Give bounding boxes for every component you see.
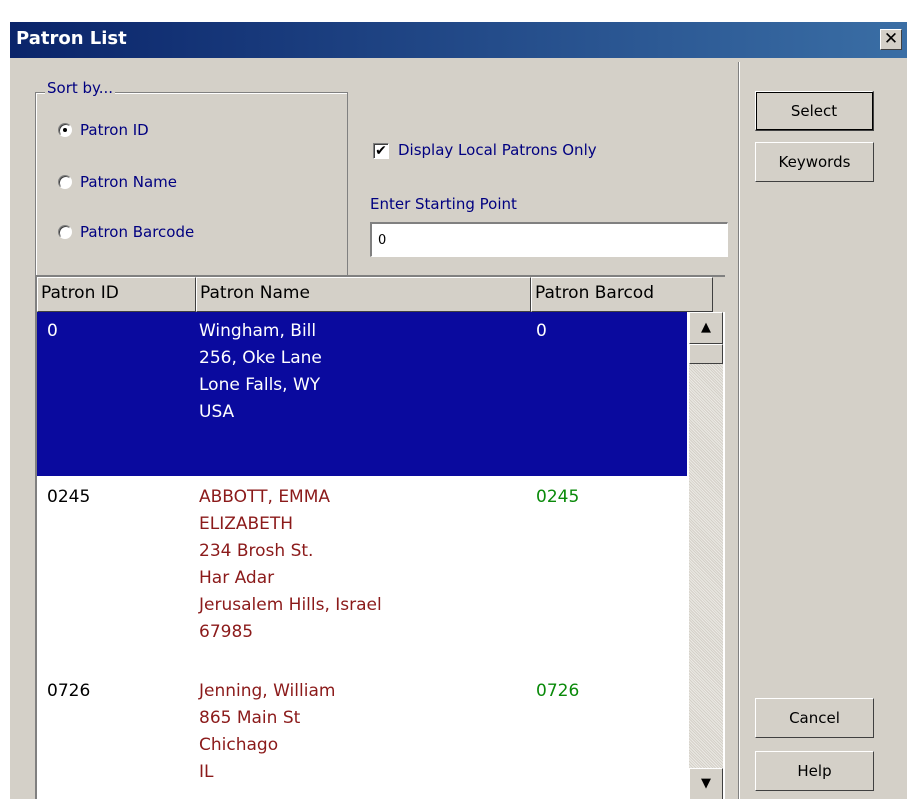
column-header-patron-name[interactable]: Patron Name [196,277,531,312]
cell-patron-name: Jenning, William 865 Main St Chichago IL [199,681,336,782]
patron-list-dialog: Patron List ✕ Sort by... Patron ID Patro… [9,21,907,799]
cell-patron-id: 0245 [47,487,91,507]
column-header-patron-id[interactable]: Patron ID [37,277,196,312]
title-bar: Patron List ✕ [10,22,907,58]
cell-patron-name: Wingham, Bill 256, Oke Lane Lone Falls, … [199,321,322,422]
display-local-checkbox[interactable]: ✔ [373,143,389,159]
radio-patron-id[interactable]: Patron ID [58,121,149,139]
scroll-down-button[interactable]: ▼ [689,768,723,799]
close-icon: ✕ [883,29,899,49]
table-row[interactable]: 0726 Jenning, William 865 Main St Chicha… [37,670,687,799]
cell-patron-name: ABBOTT, EMMA ELIZABETH 234 Brosh St. Har… [199,487,382,642]
table-row[interactable]: 0245 ABBOTT, EMMA ELIZABETH 234 Brosh St… [37,476,687,670]
starting-point-input[interactable] [370,222,728,257]
keywords-button[interactable]: Keywords [755,142,874,182]
cell-patron-id: 0 [47,321,58,341]
table-row[interactable]: 0 Wingham, Bill 256, Oke Lane Lone Falls… [37,312,687,476]
vertical-divider [738,62,740,799]
cell-patron-barcode: 0245 [536,487,580,507]
check-icon: ✔ [375,143,387,159]
radio-icon[interactable] [58,123,72,137]
cell-patron-barcode: 0726 [536,681,580,701]
list-header: Patron ID Patron Name Patron Barcod [37,277,725,312]
cell-patron-id: 0726 [47,681,91,701]
list-rows: 0 Wingham, Bill 256, Oke Lane Lone Falls… [37,312,687,799]
cancel-button[interactable]: Cancel [755,698,874,738]
scroll-thumb[interactable] [689,344,723,364]
arrow-up-icon: ▲ [701,320,711,335]
sort-by-legend: Sort by... [45,79,116,97]
radio-label: Patron ID [80,121,149,139]
radio-icon[interactable] [58,225,72,239]
vertical-scrollbar[interactable]: ▲ ▼ [689,312,723,799]
select-button[interactable]: Select [755,91,874,131]
radio-patron-barcode[interactable]: Patron Barcode [58,223,194,241]
scroll-up-button[interactable]: ▲ [689,312,723,344]
column-header-patron-barcode[interactable]: Patron Barcod [531,277,713,312]
radio-icon[interactable] [58,175,72,189]
radio-label: Patron Name [80,173,177,191]
radio-label: Patron Barcode [80,223,195,241]
display-local-label: Display Local Patrons Only [398,141,597,159]
window-title: Patron List [16,28,127,49]
radio-patron-name[interactable]: Patron Name [58,173,177,191]
arrow-down-icon: ▼ [701,776,711,791]
starting-point-label: Enter Starting Point [370,195,517,213]
patron-listview: Patron ID Patron Name Patron Barcod 0 Wi… [35,275,725,799]
cell-patron-barcode: 0 [536,321,547,341]
help-button[interactable]: Help [755,751,874,791]
close-button[interactable]: ✕ [880,29,902,50]
